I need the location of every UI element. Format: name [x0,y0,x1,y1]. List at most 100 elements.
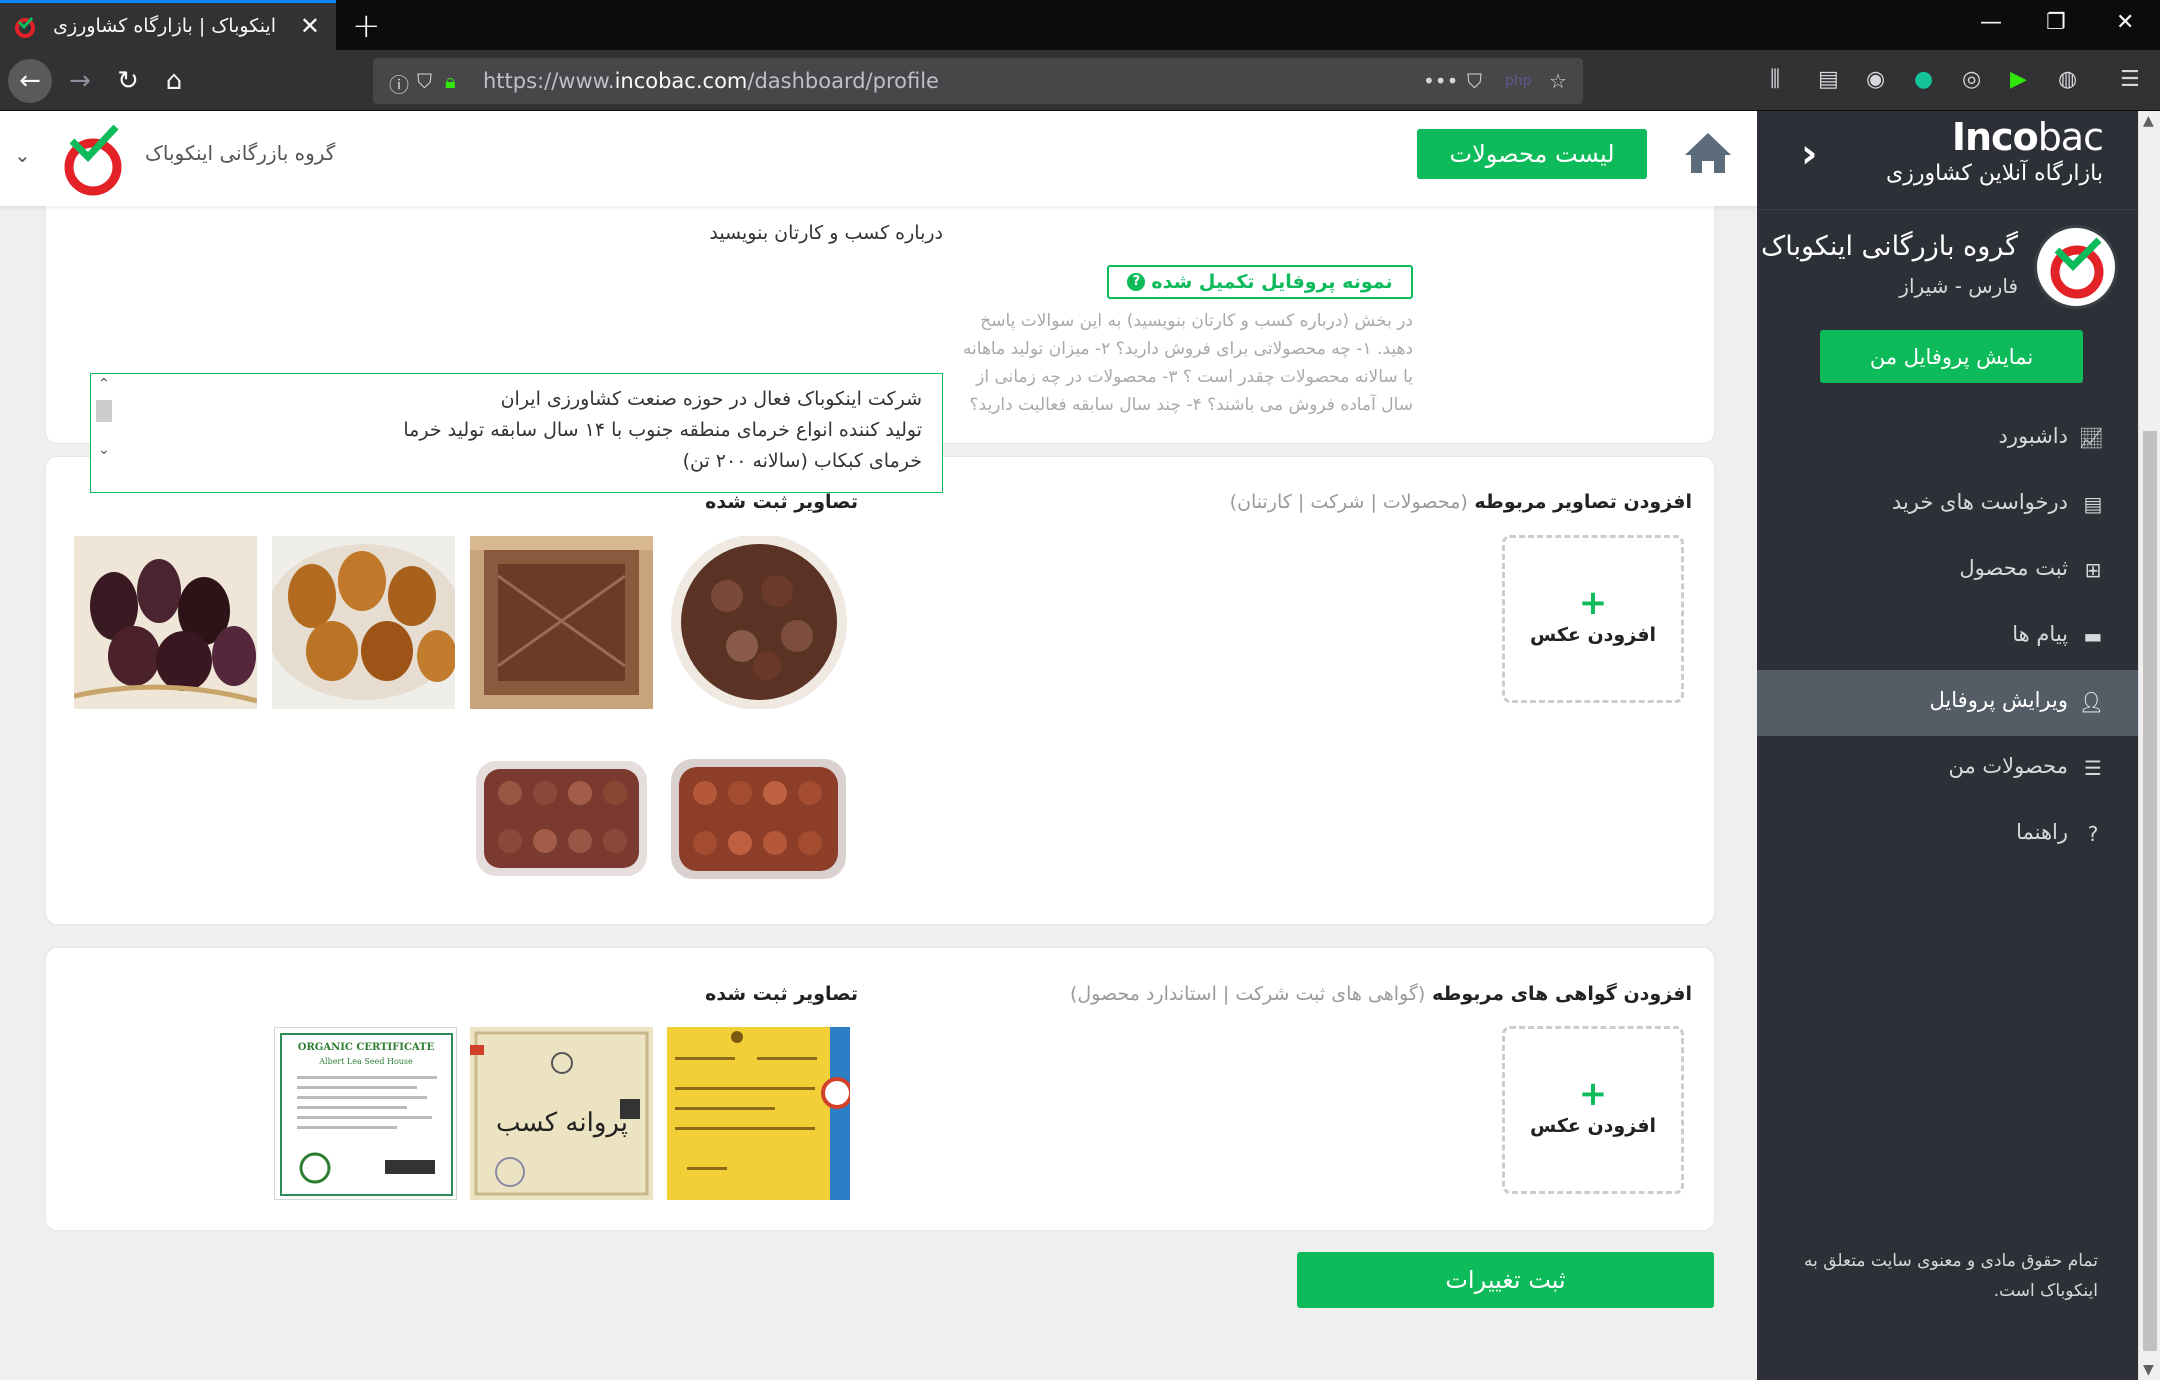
sidebar-tagline: بازارگاه آنلاین کشاورزی [1885,161,2103,186]
shield-icon[interactable]: ⛉ [417,69,432,93]
plus-square-icon: ⊞ [2084,558,2102,582]
close-tab-icon[interactable]: ✕ [300,12,320,40]
textarea-scrollbar[interactable]: ⌃ ⌄ [93,376,115,476]
lock-icon[interactable]: 🔒︎ [445,69,456,93]
scroll-down-icon[interactable]: ▼ [2143,1362,2154,1378]
about-line: خرمای کبکاب (سالانه ۲۰۰ تن) [682,450,922,472]
question-icon: ? [2087,822,2099,846]
dates-photo-1[interactable] [74,536,257,709]
add-certificate-label: افزودن عکس [1529,1115,1657,1137]
plus-icon: + [1578,1074,1608,1114]
account-icon[interactable]: ◉ [1866,67,1885,92]
sidebar-item-help[interactable]: ? راهنما [1757,802,2138,868]
business-license-image: پروانه کسب [470,1027,653,1200]
more-icon[interactable]: ••• [1423,69,1458,93]
browser-tabbar: اینکوباک | بازارگاه کشاورزی ✕ + — ❐ ✕ [0,0,2160,50]
list-icon: ▤ [2083,492,2103,516]
dates-photo-4[interactable] [667,536,850,709]
question-circle-icon: ? [1127,273,1146,291]
company-logo-icon[interactable] [58,121,128,199]
company-logo-icon [2050,237,2104,299]
chevron-up-icon[interactable]: ⌃ [98,376,110,392]
products-list-button[interactable]: لیست محصولات [1417,129,1647,179]
grammarly-icon[interactable]: ● [1914,67,1933,92]
flag-icon[interactable]: ▶ [2010,67,2027,92]
incobac-logo[interactable]: Incobac [1952,115,2104,159]
dates-photo-image [470,731,653,904]
page-viewport: Incobac بازارگاه آنلاین کشاورزی › گروه ب… [0,111,2160,1380]
dates-photo-5[interactable] [470,731,653,904]
chevron-down-icon[interactable]: ⌄ [98,442,110,458]
url-bar[interactable]: ⓘ ⛉ 🔒︎ https://www.incobac.com/dashboard… [373,58,1583,104]
restore-icon[interactable]: ❐ [2046,10,2066,35]
dates-photo-6[interactable] [667,731,850,904]
sidebar-item-label: درخواست های خرید [1891,490,2068,514]
sidebar-footer: تمام حقوق مادی و معنوی سایت متعلق به این… [1803,1251,2098,1301]
sidebar-item-dashboard[interactable]: 📈︎ داشبورد [1757,406,2138,472]
sidebar-toggle-icon[interactable]: ▤ [1818,67,1839,92]
sidebar-item-edit-profile[interactable]: 👤︎ ویرایش پروفایل [1757,670,2138,736]
page-scrollbar[interactable]: ▲ ▼ [2138,111,2160,1380]
about-help-text: در بخش (درباره کسب و کارتان بنویسید) به … [962,311,1413,415]
sidebar-item-my-products[interactable]: ☰ محصولات من [1757,736,2138,802]
home-icon[interactable] [1681,129,1735,177]
sidebar-divider [1757,209,2138,210]
scroll-thumb[interactable] [2143,431,2157,1351]
header-company-name[interactable]: گروه بازرگانی اینکوباک [145,141,335,165]
forward-icon[interactable]: → [58,59,102,103]
dates-photo-image [667,731,850,904]
certificate-business-license[interactable]: پروانه کسب [470,1027,653,1200]
back-icon[interactable]: ← [8,59,52,103]
certificate-ministry[interactable] [667,1027,850,1200]
dates-photo-2[interactable] [272,536,455,709]
dates-photo-image [470,536,653,709]
chevron-down-icon[interactable]: ⌄ [14,143,31,167]
sidebar-item-add-product[interactable]: ⊞ ثبت محصول [1757,538,2138,604]
sidebar-menu: 📈︎ داشبورد ▤ درخواست های خرید ⊞ ثبت محصو… [1757,406,2138,868]
close-window-icon[interactable]: ✕ [2116,10,2134,35]
tab-title: اینکوباک | بازارگاه کشاورزی [53,15,276,37]
php-icon[interactable]: php [1505,73,1532,89]
sidebar: Incobac بازارگاه آنلاین کشاورزی › گروه ب… [1757,111,2138,1380]
show-profile-button[interactable]: نمایش پروفایل من [1820,330,2083,383]
sidebar-item-label: داشبورد [1998,424,2068,448]
user-icon: 👤︎ [2078,690,2104,714]
home-icon[interactable]: ⌂ [152,59,196,103]
pocket-icon[interactable]: ⛉ [1467,69,1482,93]
about-textarea-value[interactable]: شرکت اینکوباک فعال در حوزه صنعت کشاورزی … [142,384,922,477]
new-tab-icon[interactable]: + [352,6,381,46]
save-changes-button[interactable]: ثبت تغییرات [1297,1252,1714,1308]
about-label: درباره کسب و کارتان بنویسید [709,222,943,244]
sidebar-company-name: گروه بازرگانی اینکوباک [1761,231,2018,262]
minimize-icon[interactable]: — [1980,10,2002,35]
add-photo-button[interactable]: + افزودن عکس [1502,535,1684,703]
certificate-organic[interactable]: ORGANIC CERTIFICATE Albert Lea Seed Hous… [274,1027,457,1200]
reload-icon[interactable]: ↻ [106,59,150,103]
list-ul-icon: ☰ [2084,756,2102,780]
about-line: شرکت اینکوباک فعال در حوزه صنعت کشاورزی … [500,388,922,410]
chevron-right-icon[interactable]: › [1801,131,1817,177]
library-icon[interactable]: ⫼ [1770,67,1780,92]
plus-icon: + [1578,583,1608,623]
cert2-title-text: پروانه کسب [496,1108,628,1138]
sidebar-item-label: ویرایش پروفایل [1929,688,2068,712]
menu-icon[interactable]: ☰ [2120,67,2140,92]
info-icon[interactable]: ⓘ [389,69,409,98]
add-photo-label: افزودن عکس [1529,624,1657,646]
browser-tab[interactable]: اینکوباک | بازارگاه کشاورزی ✕ [0,0,336,50]
url-text[interactable]: https://www.incobac.com/dashboard/profil… [483,69,939,93]
bookmark-star-icon[interactable]: ☆ [1549,69,1567,93]
sample-profile-badge[interactable]: نمونه پروفایل تکمیل شده ? [1107,265,1413,299]
textarea-scroll-thumb[interactable] [96,400,112,422]
sidebar-item-messages[interactable]: ▬ پیام ها [1757,604,2138,670]
sidebar-item-label: پیام ها [2012,622,2068,646]
scroll-up-icon[interactable]: ▲ [2143,113,2154,129]
globe-icon[interactable]: ◍ [2058,67,2077,92]
about-textarea[interactable]: شرکت اینکوباک فعال در حوزه صنعت کشاورزی … [90,373,943,493]
add-certificate-button[interactable]: + افزودن عکس [1502,1026,1684,1194]
extension-icon[interactable]: ◎ [1962,67,1981,92]
uploaded-certificates-title: تصاویر ثبت شده [705,983,858,1005]
sidebar-item-purchase-requests[interactable]: ▤ درخواست های خرید [1757,472,2138,538]
sidebar-item-label: راهنما [2016,820,2068,844]
dates-photo-3[interactable] [470,536,653,709]
